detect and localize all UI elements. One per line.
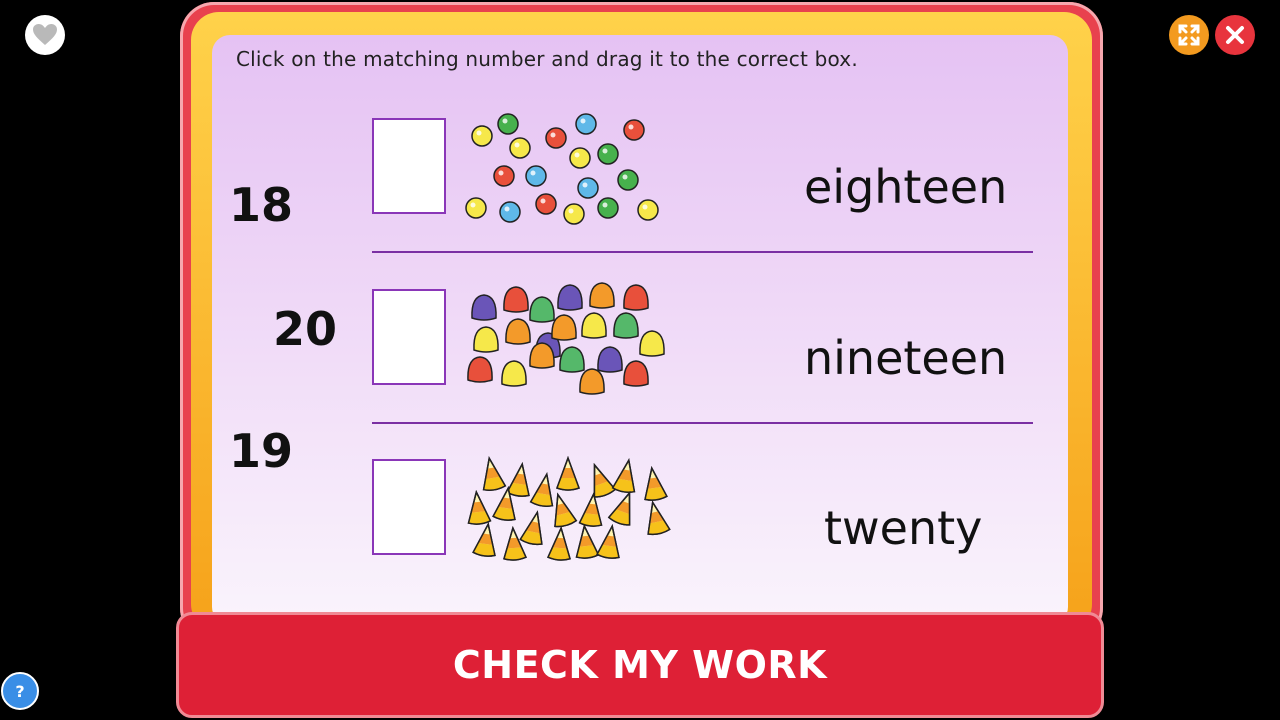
gumball bbox=[563, 203, 585, 225]
candy-corn bbox=[472, 521, 496, 557]
drop-box-row1[interactable] bbox=[372, 118, 446, 214]
gumdrop bbox=[473, 326, 499, 353]
gumdrop bbox=[503, 286, 529, 313]
candy-corn bbox=[607, 490, 631, 526]
gumdrop bbox=[557, 284, 583, 311]
gumdrop bbox=[581, 312, 607, 339]
candy-corn bbox=[506, 461, 530, 497]
candy-corn bbox=[482, 456, 507, 491]
gumdrop bbox=[623, 360, 649, 387]
gumball bbox=[637, 199, 659, 221]
gumdrop bbox=[529, 342, 555, 369]
candy-corn bbox=[644, 465, 668, 501]
gumdrop bbox=[589, 282, 615, 309]
candy-corn bbox=[529, 472, 554, 507]
gumdrop bbox=[471, 294, 497, 321]
candy-corn-illustration bbox=[467, 455, 671, 561]
candy-corn bbox=[647, 500, 671, 536]
gumdrop bbox=[639, 330, 665, 357]
gumball bbox=[525, 165, 547, 187]
number-word-row3: twenty bbox=[824, 501, 983, 555]
candy-corn bbox=[503, 525, 527, 561]
gumdrop bbox=[467, 356, 493, 383]
help-button[interactable]: ? bbox=[1, 672, 39, 710]
candy-corn bbox=[575, 523, 600, 559]
number-tile-20[interactable]: 20 bbox=[273, 302, 337, 356]
close-icon bbox=[1226, 26, 1244, 44]
gumball bbox=[597, 197, 619, 219]
gumball bbox=[465, 197, 487, 219]
candy-corn bbox=[554, 492, 578, 528]
gumball bbox=[617, 169, 639, 191]
gumball bbox=[577, 177, 599, 199]
gumdrop bbox=[551, 314, 577, 341]
fullscreen-button[interactable] bbox=[1169, 15, 1209, 55]
gumdrop bbox=[623, 284, 649, 311]
row-divider bbox=[372, 251, 1033, 253]
gumdrop bbox=[579, 368, 605, 395]
drop-box-row2[interactable] bbox=[372, 289, 446, 385]
gumdrop bbox=[613, 312, 639, 339]
candy-corn bbox=[611, 458, 636, 493]
gumball bbox=[499, 201, 521, 223]
row-divider bbox=[372, 422, 1033, 424]
candy-corn bbox=[596, 523, 620, 559]
candy-corn bbox=[578, 491, 603, 527]
gumball bbox=[545, 127, 567, 149]
gumball bbox=[493, 165, 515, 187]
number-word-row2: nineteen bbox=[804, 331, 1008, 385]
instruction-text: Click on the matching number and drag it… bbox=[236, 47, 858, 71]
candy-corn bbox=[467, 489, 492, 525]
drop-box-row3[interactable] bbox=[372, 459, 446, 555]
candy-corn bbox=[547, 525, 571, 561]
gumdrop bbox=[559, 346, 585, 373]
number-tile-19[interactable]: 19 bbox=[229, 424, 293, 478]
gumball bbox=[623, 119, 645, 141]
gumball bbox=[471, 125, 493, 147]
gumdrops-illustration bbox=[467, 282, 665, 395]
candy-corn bbox=[593, 462, 617, 498]
gumball bbox=[535, 193, 557, 215]
expand-icon bbox=[1178, 24, 1200, 46]
gumball bbox=[509, 137, 531, 159]
candy-corn bbox=[556, 455, 580, 491]
gumballs-illustration bbox=[465, 113, 659, 225]
number-tile-18[interactable]: 18 bbox=[229, 178, 293, 232]
heart-icon bbox=[33, 24, 57, 45]
gumball bbox=[575, 113, 597, 135]
gumball bbox=[569, 147, 591, 169]
close-button[interactable] bbox=[1215, 15, 1255, 55]
gumball bbox=[497, 113, 519, 135]
gumdrop bbox=[505, 318, 531, 345]
gumball bbox=[597, 143, 619, 165]
gumdrop bbox=[501, 360, 527, 387]
gumdrop bbox=[529, 296, 555, 323]
number-word-row1: eighteen bbox=[804, 160, 1008, 214]
favorite-button[interactable] bbox=[25, 15, 65, 55]
check-my-work-button[interactable]: CHECK MY WORK bbox=[176, 612, 1104, 718]
gumdrop bbox=[597, 346, 623, 373]
candy-corn bbox=[519, 510, 543, 546]
